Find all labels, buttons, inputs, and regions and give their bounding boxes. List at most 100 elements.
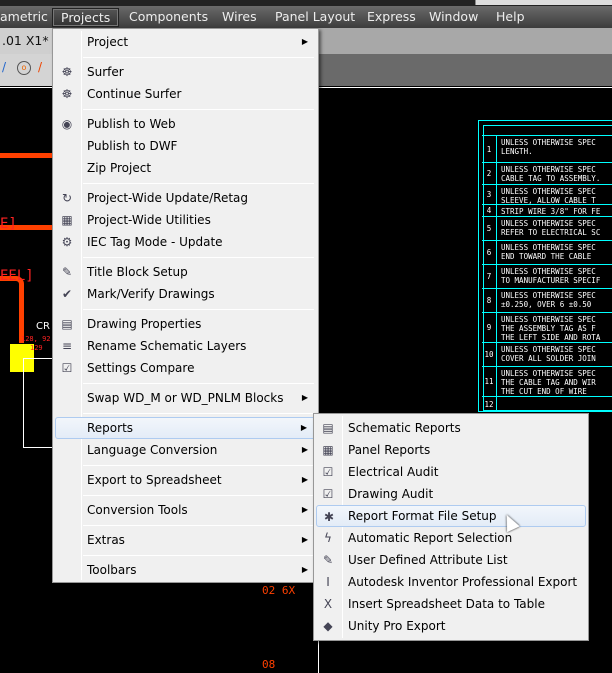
menu-parametric[interactable]: ametric: [0, 8, 56, 27]
menu-item-label: Automatic Report Selection: [348, 531, 513, 545]
compare-icon: ☑: [61, 361, 73, 375]
note-number: 8: [482, 289, 497, 312]
menu-item-label: Continue Surfer: [87, 87, 182, 101]
document-tab[interactable]: .01 X1*: [0, 28, 52, 54]
reports-item-drawing-audit[interactable]: ☑ Drawing Audit: [316, 483, 586, 505]
schematic-report-icon: ▤: [322, 421, 334, 435]
reports-item-panel-reports[interactable]: ▦ Panel Reports: [316, 439, 586, 461]
reports-item-schematic-reports[interactable]: ▤ Schematic Reports: [316, 417, 586, 439]
reports-item-electrical-audit[interactable]: ☑ Electrical Audit: [316, 461, 586, 483]
note-number: 2: [482, 163, 497, 184]
reports-item-unity-pro-export[interactable]: ◆ Unity Pro Export: [316, 615, 586, 637]
menu-components[interactable]: Components: [121, 8, 216, 27]
note-number: 12: [482, 397, 497, 412]
menu-item-label: Panel Reports: [348, 443, 431, 457]
menu-item-label: Language Conversion: [87, 443, 218, 457]
reports-item-report-format-file-setup[interactable]: ✱ Report Format File Setup: [316, 505, 586, 527]
reports-item-autodesk-inventor-professional-export[interactable]: I Autodesk Inventor Professional Export: [316, 571, 586, 593]
projects-menu: Project ▶ ☸ Surfer ☸ Continue Surfer ◉ Publish …: [52, 28, 319, 583]
note-text: UNLESS OTHERWISE SPEC LENGTH.: [501, 138, 596, 156]
projects-item-export-to-spreadsheet[interactable]: Export to Spreadsheet ▶: [55, 469, 316, 491]
circle-tool-icon[interactable]: o: [17, 61, 31, 75]
submenu-arrow-icon: ▶: [300, 423, 307, 432]
search-box[interactable]: [475, 0, 612, 5]
menu-item-label: Unity Pro Export: [348, 619, 446, 633]
menu-item-label: Rename Schematic Layers: [87, 339, 247, 353]
menu-separator: [83, 525, 314, 526]
submenu-arrow-icon: ▶: [301, 393, 308, 402]
menu-item-label: Autodesk Inventor Professional Export: [348, 575, 578, 589]
utilities-icon: ▦: [61, 213, 73, 227]
wire: [0, 153, 60, 158]
tag-label: E]: [0, 216, 17, 232]
projects-item-reports[interactable]: Reports ▶: [55, 417, 316, 439]
menu-item-label: Publish to Web: [87, 117, 176, 131]
projects-item-project-wide-utilities[interactable]: ▦ Project-Wide Utilities: [55, 209, 316, 231]
note-text: UNLESS OTHERWISE SPEC END TOWARD THE CAB…: [501, 243, 596, 261]
submenu-arrow-icon: ▶: [301, 535, 308, 544]
projects-item-settings-compare[interactable]: ☑ Settings Compare: [55, 357, 316, 379]
projects-item-publish-to-web[interactable]: ◉ Publish to Web: [55, 113, 316, 135]
projects-item-surfer[interactable]: ☸ Surfer: [55, 61, 316, 83]
line-tool-icon[interactable]: /: [2, 60, 6, 74]
menu-item-label: Export to Spreadsheet: [87, 473, 222, 487]
projects-item-project-wide-update-retag[interactable]: ↻ Project-Wide Update/Retag: [55, 187, 316, 209]
terminal-label: 128, 92: [21, 335, 51, 343]
projects-item-language-conversion[interactable]: Language Conversion ▶: [55, 439, 316, 461]
menu-item-label: Mark/Verify Drawings: [87, 287, 215, 301]
menu-separator: [83, 109, 314, 110]
note-row: 2 UNLESS OTHERWISE SPEC CABLE TAG TO ASSE…: [482, 162, 612, 184]
menu-separator: [83, 465, 314, 466]
note-text: UNLESS OTHERWISE SPEC THE ASSEMBLY TAG A…: [501, 315, 601, 342]
menu-item-label: Publish to DWF: [87, 139, 178, 153]
note-number: 7: [482, 265, 497, 288]
note-row: 6 UNLESS OTHERWISE SPEC END TOWARD THE CA…: [482, 240, 612, 264]
projects-item-swap-wd-m-or-wd-pnlm-blocks[interactable]: Swap WD_M or WD_PNLM Blocks ▶: [55, 387, 316, 409]
projects-item-toolbars[interactable]: Toolbars ▶: [55, 559, 316, 581]
note-row: 5 UNLESS OTHERWISE SPEC REFER TO ELECTRIC…: [482, 216, 612, 240]
component-label: CR: [36, 321, 50, 332]
attribute-list-icon: ✎: [322, 553, 334, 567]
reports-item-insert-spreadsheet-data-to-table[interactable]: X Insert Spreadsheet Data to Table: [316, 593, 586, 615]
continue-surfer-icon: ☸: [61, 87, 73, 101]
projects-item-conversion-tools[interactable]: Conversion Tools ▶: [55, 499, 316, 521]
projects-item-rename-schematic-layers[interactable]: ≡ Rename Schematic Layers: [55, 335, 316, 357]
note-row: 4 STRIP WIRE 3/8" FOR FE: [482, 204, 612, 216]
projects-item-extras[interactable]: Extras ▶: [55, 529, 316, 551]
projects-item-continue-surfer[interactable]: ☸ Continue Surfer: [55, 83, 316, 105]
menu-item-label: Project-Wide Update/Retag: [87, 191, 249, 205]
projects-item-publish-to-dwf[interactable]: Publish to DWF: [55, 135, 316, 157]
projects-item-zip-project[interactable]: Zip Project: [55, 157, 316, 179]
surfer-icon: ☸: [61, 65, 73, 79]
menu-help[interactable]: Help: [488, 8, 533, 27]
note-number: 11: [482, 367, 497, 396]
projects-item-drawing-properties[interactable]: ▤ Drawing Properties: [55, 313, 316, 335]
note-text: UNLESS OTHERWISE SPEC CABLE TAG TO ASSEM…: [501, 165, 601, 183]
menu-separator: [83, 555, 314, 556]
tag-label: EEL]: [0, 268, 34, 284]
projects-item-iec-tag-mode-update[interactable]: ⚙ IEC Tag Mode - Update: [55, 231, 316, 253]
menu-projects[interactable]: Projects: [52, 8, 120, 27]
menu-separator: [83, 383, 314, 384]
arc-tool-icon[interactable]: /: [38, 60, 42, 74]
note-row: 12: [482, 396, 612, 412]
excel-icon: X: [323, 597, 333, 611]
rename-layers-icon: ≡: [61, 339, 73, 353]
projects-item-project[interactable]: Project ▶: [55, 31, 316, 53]
iec-tag-icon: ⚙: [61, 235, 73, 249]
submenu-arrow-icon: ▶: [301, 505, 308, 514]
reports-item-user-defined-attribute-list[interactable]: ✎ User Defined Attribute List: [316, 549, 586, 571]
globe-icon: ◉: [61, 117, 73, 131]
note-text: UNLESS OTHERWISE SPEC COVER ALL SOLDER J…: [501, 345, 596, 363]
projects-item-mark-verify-drawings[interactable]: ✔ Mark/Verify Drawings: [55, 283, 316, 305]
submenu-arrow-icon: ▶: [301, 37, 308, 46]
menu-wires[interactable]: Wires: [214, 8, 265, 27]
menu-separator: [83, 309, 314, 310]
menu-express[interactable]: Express: [359, 8, 424, 27]
menu-window[interactable]: Window: [421, 8, 486, 27]
reference-label: 02 6X: [262, 584, 296, 597]
terminal-strip: [23, 358, 53, 448]
menu-panel-layout[interactable]: Panel Layout: [267, 8, 363, 27]
reports-item-automatic-report-selection[interactable]: ϟ Automatic Report Selection: [316, 527, 586, 549]
projects-item-title-block-setup[interactable]: ✎ Title Block Setup: [55, 261, 316, 283]
